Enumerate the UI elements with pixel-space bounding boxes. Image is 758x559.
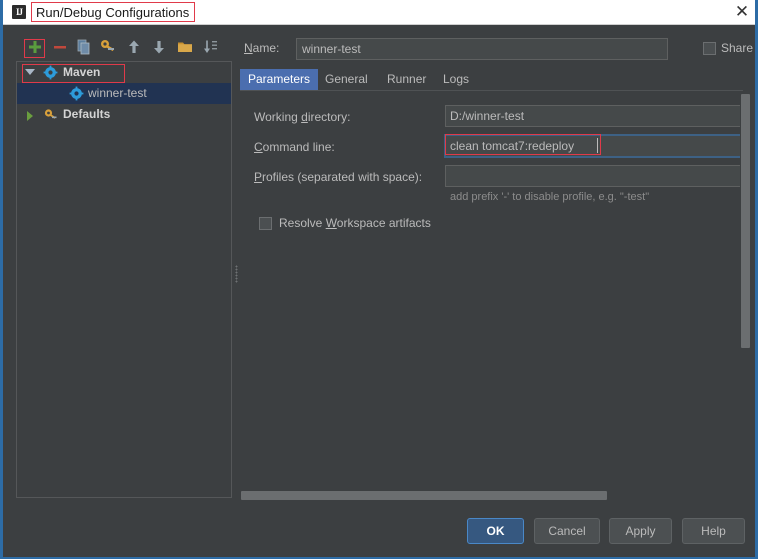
panel-splitter[interactable]	[232, 33, 240, 501]
help-button[interactable]: Help	[682, 518, 745, 544]
close-icon[interactable]: ✕	[731, 2, 753, 23]
splitter-grip-icon[interactable]	[235, 265, 238, 283]
wrench-icon	[101, 40, 114, 52]
tab-logs[interactable]: Logs	[435, 69, 477, 90]
tab-parameters[interactable]: Parameters	[240, 69, 319, 90]
tree-item-maven[interactable]: Maven	[17, 62, 231, 83]
sort-configurations-button[interactable]	[201, 37, 221, 57]
move-up-button[interactable]	[124, 37, 144, 57]
tree-item-label-maven: Maven	[63, 65, 101, 79]
configuration-editor-panel: Name: Share Parameters General Runner Lo…	[240, 33, 755, 501]
profiles-hint: add prefix '-' to disable profile, e.g. …	[450, 191, 650, 203]
copy-icon	[77, 39, 90, 55]
command-line-label: Command line:	[254, 140, 335, 154]
maven-gear-icon	[43, 65, 58, 80]
title-bar: IJ Run/Debug Configurations ✕	[3, 0, 755, 25]
horizontal-scrollbar-thumb[interactable]	[241, 491, 607, 500]
name-input[interactable]	[296, 38, 668, 60]
chevron-right-icon[interactable]	[27, 111, 33, 121]
vertical-scrollbar-thumb[interactable]	[741, 94, 750, 348]
plus-icon	[29, 41, 41, 53]
title-highlight-box: Run/Debug Configurations	[31, 2, 196, 22]
command-line-input[interactable]	[445, 135, 747, 157]
tab-general[interactable]: General	[317, 69, 376, 90]
resolve-workspace-checkbox[interactable]	[259, 217, 272, 230]
tabs-divider	[240, 90, 743, 91]
add-configuration-button[interactable]	[25, 37, 45, 57]
working-directory-label: Working directory:	[254, 110, 351, 124]
tree-item-winner-test[interactable]: winner-test	[17, 83, 231, 104]
working-directory-input[interactable]	[445, 105, 747, 127]
profiles-label: Profiles (separated with space):	[254, 170, 423, 184]
tree-item-label-winner-test: winner-test	[88, 86, 147, 100]
parameters-form: Working directory: Command line: Profile…	[240, 97, 755, 497]
remove-configuration-button[interactable]	[50, 37, 70, 57]
defaults-icon	[43, 107, 58, 122]
create-folder-button[interactable]	[175, 37, 195, 57]
tree-item-defaults[interactable]: Defaults	[17, 104, 231, 125]
intellij-idea-icon: IJ	[12, 5, 26, 19]
maven-gear-icon	[69, 86, 84, 101]
run-debug-configurations-dialog: IJ Run/Debug Configurations ✕ Maven winn…	[0, 0, 758, 559]
copy-configuration-button[interactable]	[74, 37, 94, 57]
chevron-down-icon[interactable]	[25, 69, 35, 75]
resolve-workspace-label: Resolve Workspace artifacts	[279, 216, 431, 230]
share-checkbox[interactable]	[703, 42, 716, 55]
sort-icon	[204, 40, 217, 53]
dialog-title: Run/Debug Configurations	[36, 5, 190, 20]
tab-runner[interactable]: Runner	[379, 69, 434, 90]
arrow-down-icon	[154, 41, 164, 54]
arrow-up-icon	[129, 40, 139, 53]
cancel-button[interactable]: Cancel	[534, 518, 600, 544]
folder-icon	[178, 42, 192, 52]
text-caret	[597, 138, 598, 153]
configurations-toolbar	[16, 37, 226, 59]
configurations-panel: Maven winner-test Defaults	[8, 33, 232, 501]
profiles-input[interactable]	[445, 165, 747, 187]
tree-item-label-defaults: Defaults	[63, 107, 111, 121]
move-down-button[interactable]	[149, 37, 169, 57]
share-label: Share	[721, 41, 754, 55]
editor-tabs: Parameters General Runner Logs	[240, 69, 740, 90]
configurations-tree: Maven winner-test Defaults	[16, 61, 232, 498]
ok-button[interactable]: OK	[467, 518, 524, 544]
dialog-button-bar: OK Cancel Apply Help	[3, 508, 755, 553]
minus-icon	[54, 46, 66, 49]
edit-defaults-button[interactable]	[98, 37, 118, 57]
apply-button[interactable]: Apply	[609, 518, 672, 544]
name-label: Name:	[244, 41, 280, 55]
